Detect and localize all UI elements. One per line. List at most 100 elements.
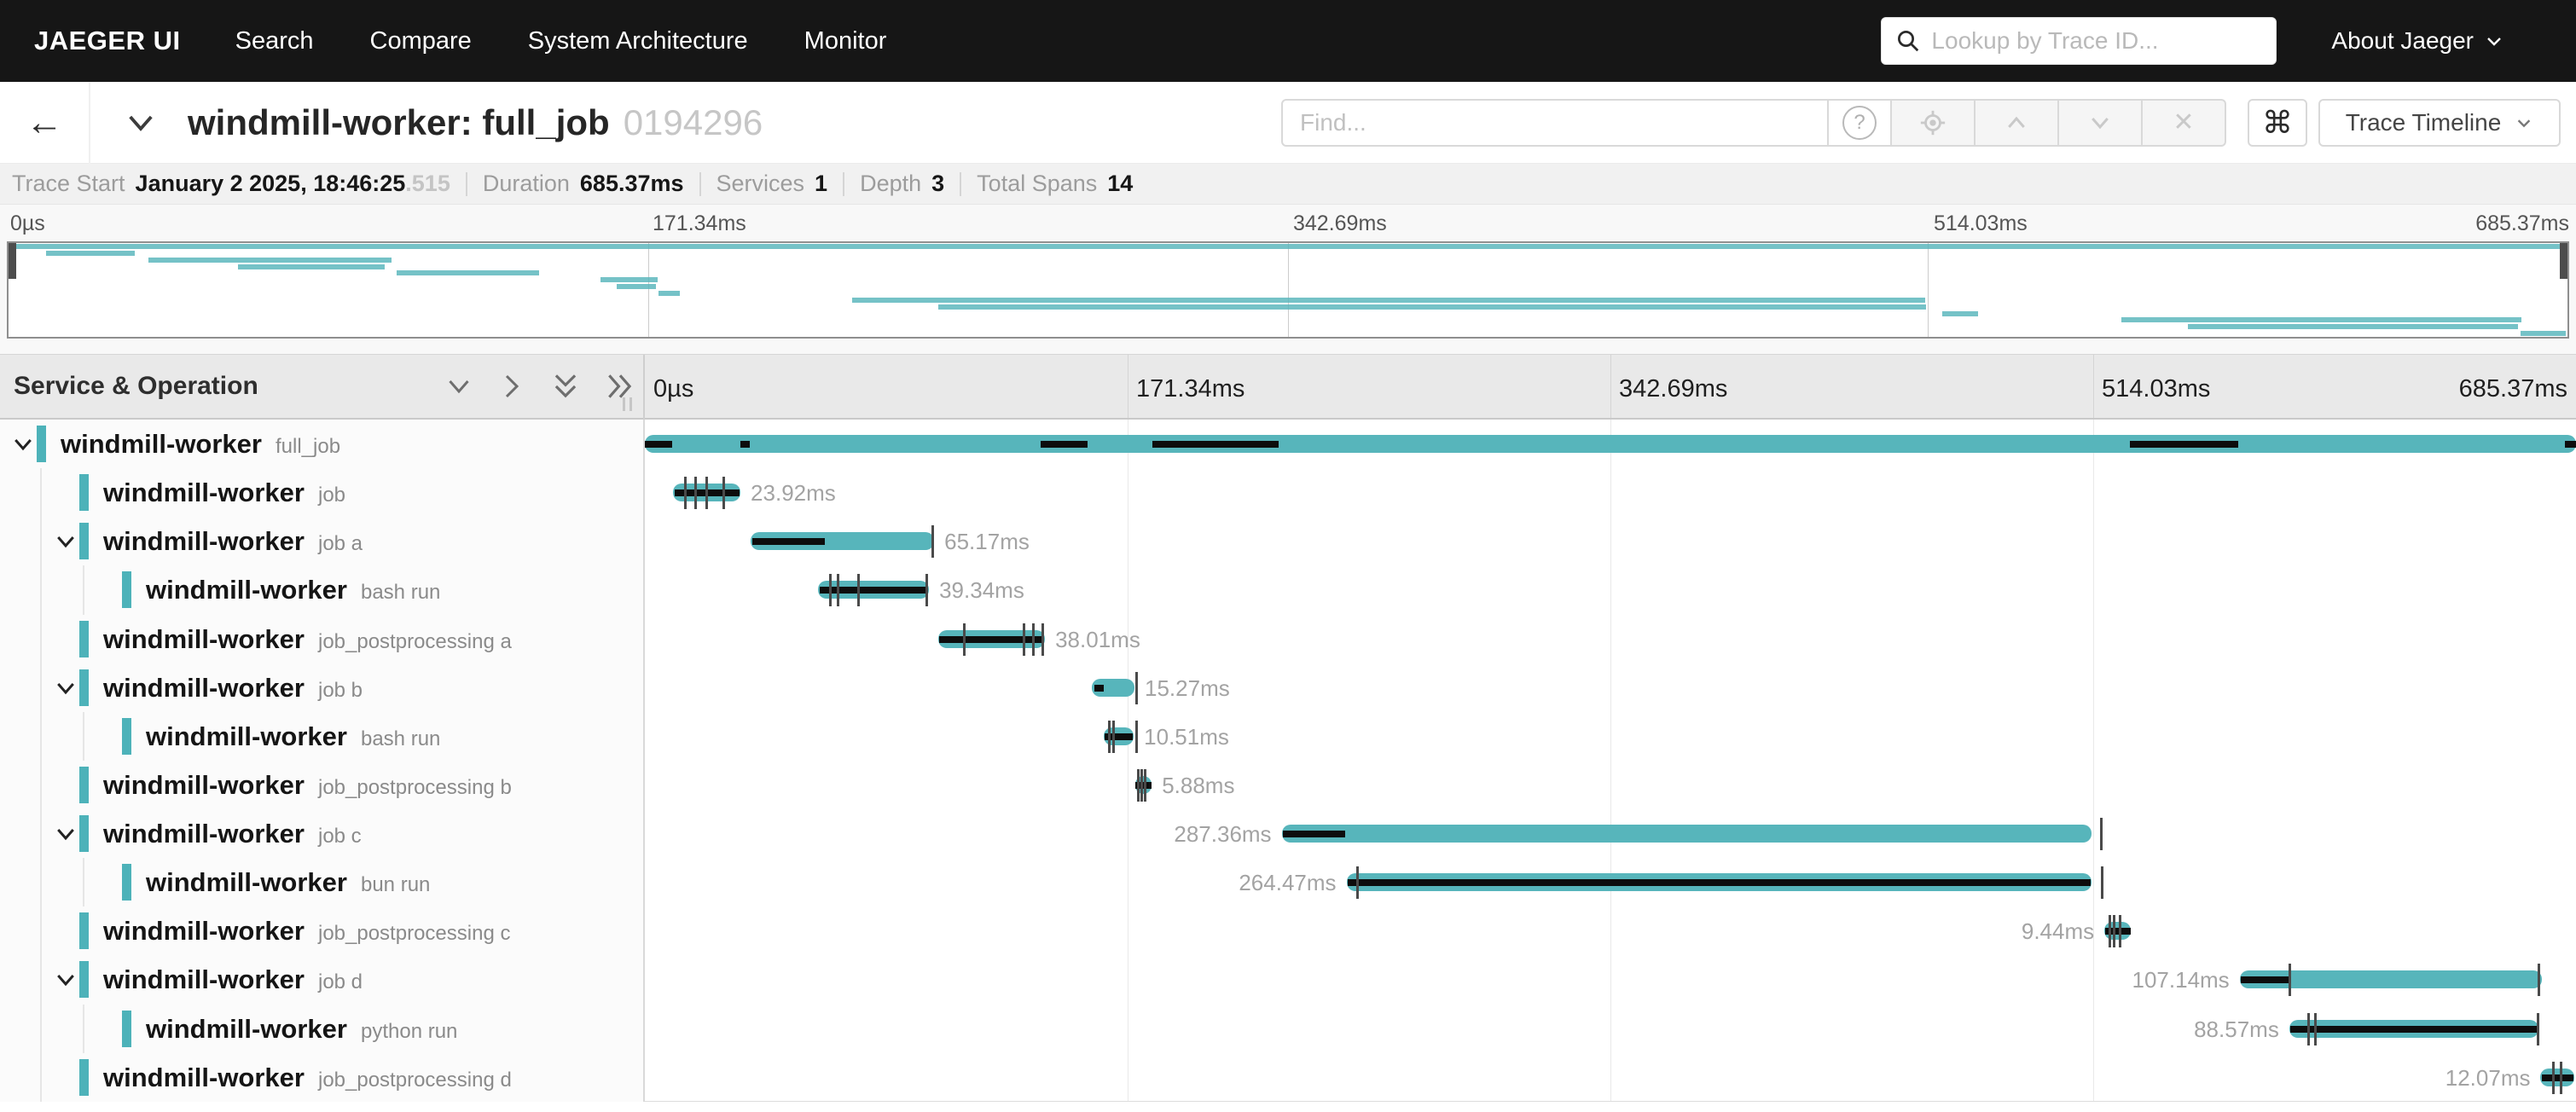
timeline-axis-tick: 0µs (653, 375, 693, 403)
expand-one-button[interactable] (496, 371, 527, 402)
span-name-cell[interactable]: windmill-workerjob (0, 468, 645, 517)
minimap-left-scrub-handle[interactable] (9, 243, 16, 279)
service-name: windmill-workerbash run (146, 575, 440, 605)
span-duration-label: 107.14ms (2132, 967, 2230, 993)
span-expand-toggle[interactable] (53, 675, 78, 701)
span-log-tick (837, 574, 839, 606)
span-name-cell[interactable]: windmill-workerjob b (0, 663, 645, 712)
span-row: windmill-workerbash run10.51ms (0, 712, 2576, 761)
span-name-cell[interactable]: windmill-workerjob a (0, 517, 645, 565)
minimap-span-bar (397, 270, 538, 275)
tree-guide-line (40, 1053, 42, 1102)
minimap-span-bar (2188, 324, 2519, 329)
column-resize-grip[interactable] (623, 397, 632, 411)
minimap-time-axis: 0µs171.34ms342.69ms514.03ms685.37ms (0, 211, 2576, 239)
span-name-cell[interactable]: windmill-workerjob_postprocessing c (0, 906, 645, 955)
span-log-tick (2100, 818, 2103, 850)
timeline-axis-tick: 171.34ms (1136, 375, 1244, 403)
span-expand-toggle[interactable] (53, 967, 78, 993)
span-name-cell[interactable]: windmill-workerjob_postprocessing a (0, 615, 645, 663)
nav-item-system-architecture[interactable]: System Architecture (528, 27, 748, 55)
minimap-viewport[interactable] (7, 241, 2569, 339)
span-name-cell[interactable]: windmill-workerjob d (0, 955, 645, 1004)
span-name-cell[interactable]: windmill-workerpython run (0, 1005, 645, 1053)
find-help-button[interactable]: ? (1829, 99, 1892, 147)
summary-item: Duration685.37ms (483, 171, 684, 197)
span-expand-toggle[interactable] (53, 821, 78, 847)
find-prev-button[interactable] (1976, 99, 2059, 147)
timeline-axis-tick: 342.69ms (1619, 375, 1727, 403)
span-row: windmill-workerpython run88.57ms (0, 1005, 2576, 1053)
span-name-cell[interactable]: windmill-workerjob_postprocessing d (0, 1053, 645, 1102)
span-log-tick (722, 477, 725, 509)
nav-item-compare[interactable]: Compare (370, 27, 472, 55)
find-input[interactable] (1281, 99, 1829, 147)
summary-value: 3 (931, 171, 944, 197)
trace-view-select[interactable]: Trace Timeline (2318, 99, 2561, 147)
span-row: windmill-workerjob d 107.14ms (0, 955, 2576, 1004)
find-next-button[interactable] (2059, 99, 2143, 147)
about-jaeger-label: About Jaeger (2331, 27, 2474, 55)
nav-right: About Jaeger (1881, 17, 2576, 65)
span-timeline-cell: 65.17ms (645, 517, 2576, 565)
jaeger-logo[interactable]: JAEGER UI (34, 26, 181, 56)
minimap-axis-tick: 685.37ms (2475, 211, 2569, 236)
trace-minimap-section: 0µs171.34ms342.69ms514.03ms685.37ms (0, 205, 2576, 354)
span-expand-toggle[interactable] (53, 529, 78, 554)
span-self-time-segment (2130, 441, 2238, 448)
trace-collapse-toggle[interactable] (123, 105, 159, 141)
operation-name: job_postprocessing a (318, 630, 512, 653)
span-self-time-segment (645, 441, 672, 448)
summary-item: Depth3 (860, 171, 944, 197)
span-log-tick (1137, 769, 1140, 802)
span-log-tick (2538, 964, 2540, 996)
span-log-tick (1135, 721, 1138, 753)
span-bar[interactable] (645, 435, 2576, 453)
operation-name: job a (318, 532, 363, 555)
trace-lookup-input[interactable] (1931, 27, 2262, 55)
about-jaeger-menu[interactable]: About Jaeger (2331, 27, 2504, 55)
span-log-tick (1041, 623, 1044, 656)
tree-guide-line (40, 712, 42, 761)
span-name-cell[interactable]: windmill-workerjob_postprocessing b (0, 761, 645, 809)
summary-label: Duration (483, 171, 570, 197)
span-name-cell[interactable]: windmill-workerfull_job (0, 420, 645, 468)
find-clear-button[interactable]: ✕ (2143, 99, 2226, 147)
span-duration-label: 287.36ms (1174, 821, 1271, 848)
tree-guide-line (40, 615, 42, 663)
find-locate-button[interactable] (1892, 99, 1976, 147)
span-name-cell[interactable]: windmill-workerjob c (0, 809, 645, 858)
summary-separator (843, 172, 844, 196)
span-duration-label: 12.07ms (2445, 1065, 2531, 1092)
span-duration-label: 15.27ms (1145, 675, 1230, 702)
back-button[interactable]: ← (0, 82, 90, 164)
span-name-cell[interactable]: windmill-workerbun run (0, 858, 645, 906)
collapse-all-button[interactable] (549, 370, 582, 403)
service-color-bar (37, 426, 46, 462)
collapse-one-button[interactable] (444, 371, 474, 402)
span-expand-toggle[interactable] (10, 431, 36, 457)
tree-guide-line (40, 1005, 42, 1053)
service-name: windmill-workerjob b (103, 673, 363, 704)
service-color-bar (122, 718, 131, 755)
nav-item-search[interactable]: Search (235, 27, 314, 55)
minimap-span-bar (600, 277, 658, 282)
trace-view-label: Trace Timeline (2346, 109, 2502, 136)
minimap-gridline (1928, 243, 1929, 337)
span-name-cell[interactable]: windmill-workerbash run (0, 712, 645, 761)
trace-header-controls: ? ✕ ⌘ Trace Timeline (1281, 99, 2576, 147)
service-operation-header: Service & Operation (14, 372, 258, 401)
span-name-cell[interactable]: windmill-workerbash run (0, 565, 645, 614)
span-rows: windmill-workerfull_jobwindmill-workerjo… (0, 420, 2576, 1102)
minimap-right-scrub-handle[interactable] (2560, 243, 2567, 279)
keyboard-shortcuts-button[interactable]: ⌘ (2248, 99, 2307, 147)
operation-name: bash run (361, 727, 440, 750)
chevron-down-icon (444, 371, 474, 402)
span-bar[interactable] (1282, 825, 2092, 843)
span-timeline-cell: 287.36ms (645, 809, 2576, 858)
span-log-tick (2537, 1013, 2539, 1045)
operation-name: python run (361, 1020, 457, 1043)
span-timeline-cell: 107.14ms (645, 955, 2576, 1004)
nav-item-monitor[interactable]: Monitor (804, 27, 887, 55)
service-name: windmill-workerpython run (146, 1014, 457, 1045)
